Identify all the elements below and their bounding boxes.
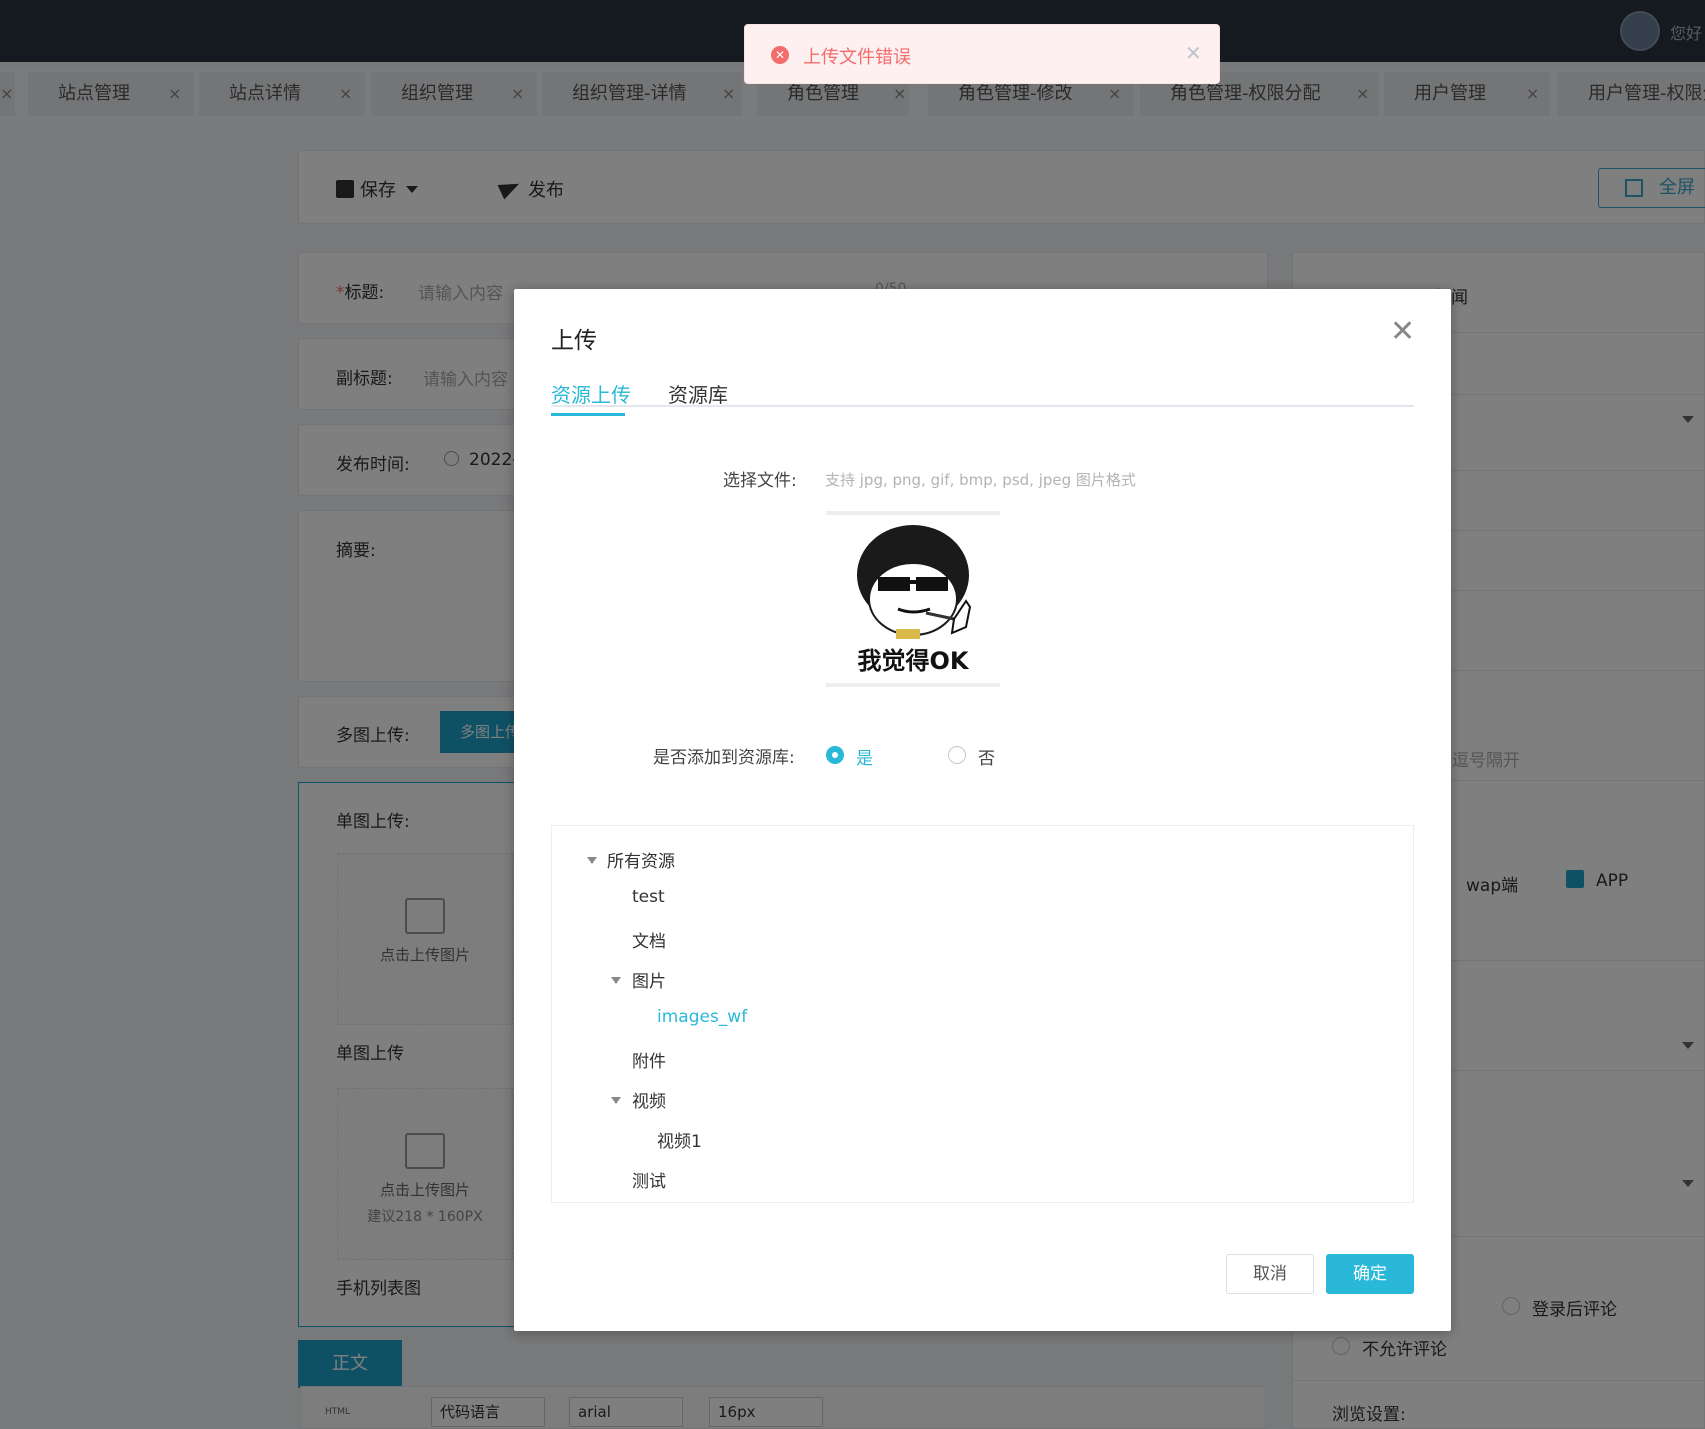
caret-down-icon[interactable] xyxy=(587,857,597,864)
close-icon[interactable]: ✕ xyxy=(1390,317,1415,347)
error-toast: ✕ 上传文件错误 ✕ xyxy=(744,24,1220,84)
tree-node-attachments[interactable]: 附件 xyxy=(632,1047,666,1072)
confirm-button[interactable]: 确定 xyxy=(1326,1254,1414,1294)
error-circle-icon: ✕ xyxy=(771,46,789,64)
dialog-title: 上传 xyxy=(551,328,597,354)
close-icon[interactable]: ✕ xyxy=(1185,41,1202,65)
dialog-tabs: 资源上传 资源库 xyxy=(551,379,1414,407)
preview-caption: 我觉得OK xyxy=(858,647,970,675)
tree-node-images-wf[interactable]: images_wf xyxy=(657,1007,747,1027)
add-to-library-label: 是否添加到资源库: xyxy=(653,748,795,768)
tree-node-all-resources[interactable]: 所有资源 xyxy=(607,847,675,872)
active-tab-indicator xyxy=(551,413,625,416)
file-format-hint: 支持 jpg, png, gif, bmp, psd, jpeg 图片格式 xyxy=(825,471,1136,489)
meme-image: 我觉得OK xyxy=(857,525,972,675)
add-no-radio[interactable] xyxy=(948,746,966,764)
add-no-label[interactable]: 否 xyxy=(978,744,995,769)
uploaded-image-preview[interactable]: 我觉得OK xyxy=(826,511,1000,687)
add-yes-label[interactable]: 是 xyxy=(856,744,873,769)
toast-message: 上传文件错误 xyxy=(803,47,911,68)
tree-node-docs[interactable]: 文档 xyxy=(632,927,666,952)
tab-resource-library[interactable]: 资源库 xyxy=(668,379,728,408)
upload-dialog: 上传 ✕ 资源上传 资源库 选择文件: 支持 jpg, png, gif, bm… xyxy=(514,289,1451,1331)
tree-node-video1[interactable]: 视频1 xyxy=(657,1127,702,1152)
select-file-label: 选择文件: xyxy=(723,471,797,491)
caret-down-icon[interactable] xyxy=(611,977,621,984)
tab-resource-upload[interactable]: 资源上传 xyxy=(551,379,631,408)
cancel-button[interactable]: 取消 xyxy=(1226,1254,1314,1294)
tree-node-test[interactable]: test xyxy=(632,887,665,907)
caret-down-icon[interactable] xyxy=(611,1097,621,1104)
tree-node-video[interactable]: 视频 xyxy=(632,1087,666,1112)
tree-node-images[interactable]: 图片 xyxy=(632,967,666,992)
tree-node-testing[interactable]: 测试 xyxy=(632,1167,666,1192)
add-yes-radio[interactable] xyxy=(826,746,844,764)
resource-folder-tree: 所有资源 test 文档 图片 images_wf 附件 视频 视频1 测试 xyxy=(551,825,1414,1203)
